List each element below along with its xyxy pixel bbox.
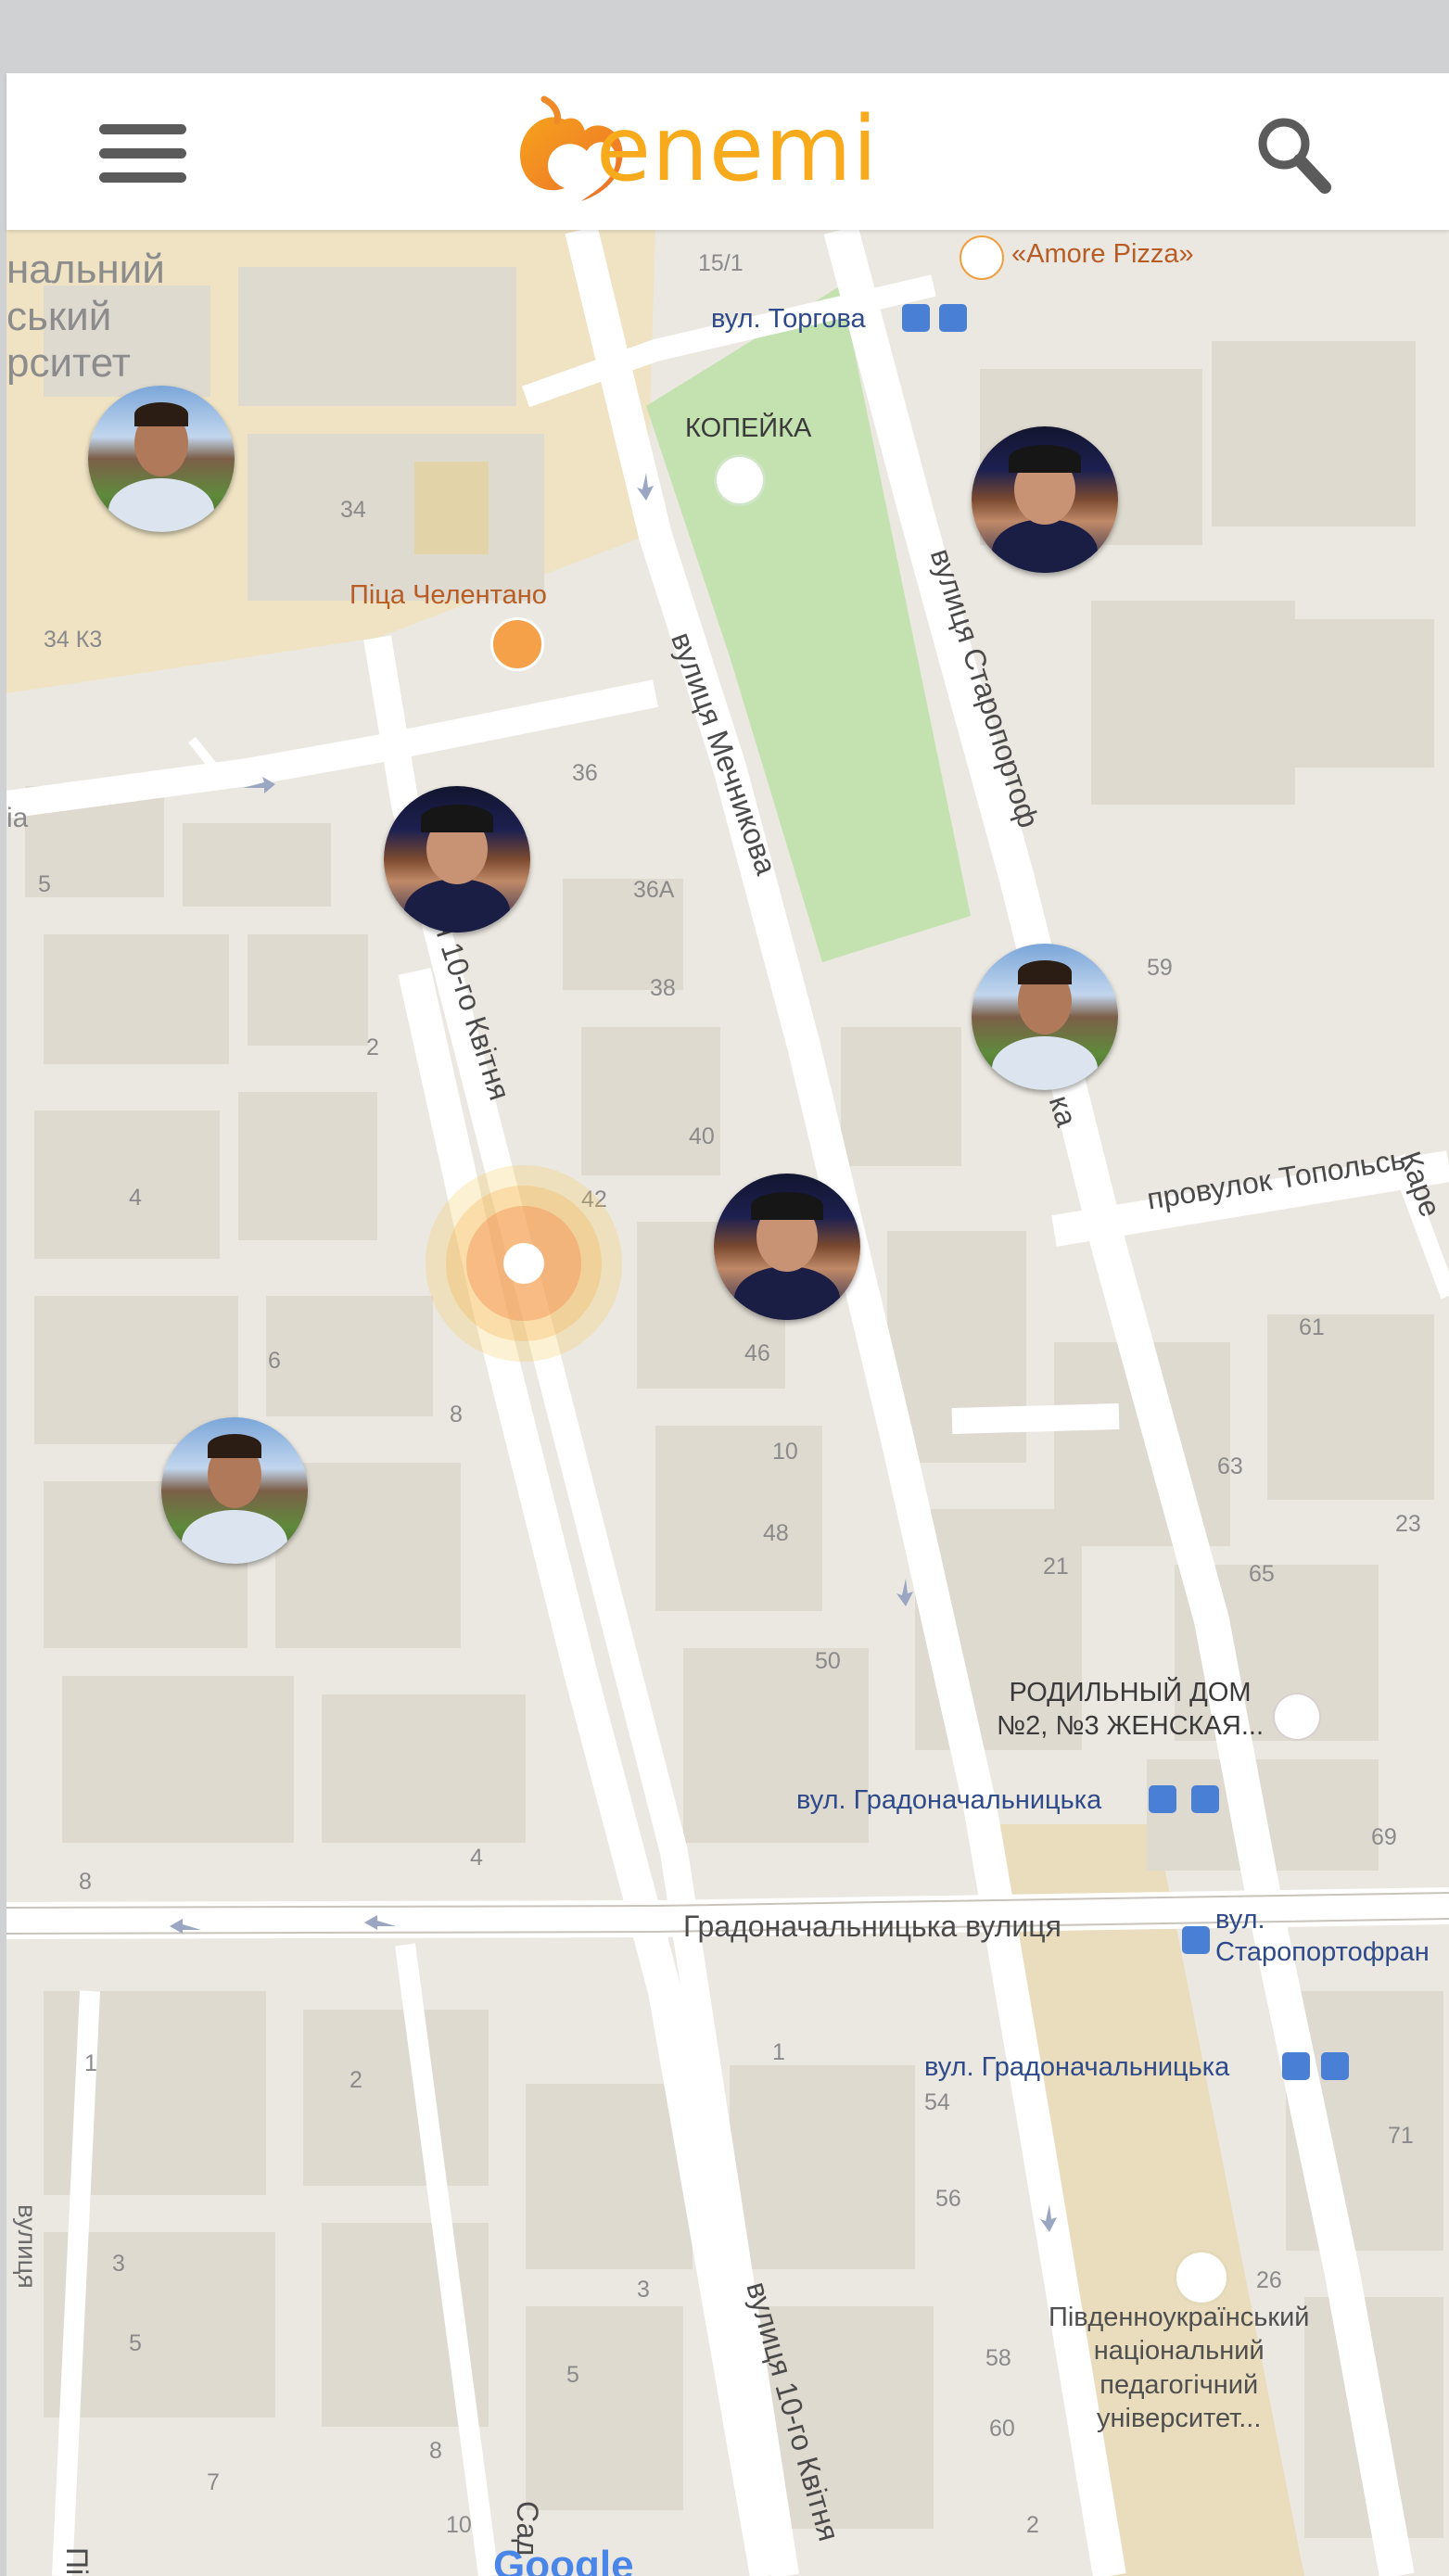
school-icon <box>1176 2252 1227 2303</box>
tram-stop-icon <box>902 304 930 332</box>
map-label-36: 36 <box>572 760 598 786</box>
map-label-21: 21 <box>1043 1554 1069 1580</box>
map-label-48: 48 <box>763 1520 789 1546</box>
map-label-69: 69 <box>1371 1824 1397 1850</box>
map-label-15-1: 15/1 <box>698 250 744 276</box>
map-label-1: 1 <box>84 2050 97 2076</box>
map-label-7: 7 <box>207 2469 220 2495</box>
tram-stop-icon <box>1182 1926 1210 1954</box>
app-logo: enemi <box>513 92 948 212</box>
map-label-ia: іа <box>6 803 29 833</box>
map-label-staroport-stop: вул. Старопортофран <box>1215 1905 1430 1967</box>
map-label-65: 65 <box>1249 1561 1275 1587</box>
map-label-58: 58 <box>985 2345 1011 2371</box>
map-label-59: 59 <box>1147 955 1173 981</box>
map-label-8b: 8 <box>79 1869 92 1895</box>
tram-stop-icon <box>1282 2052 1310 2080</box>
status-bar <box>0 0 1449 73</box>
map-label-10b: 10 <box>446 2512 472 2538</box>
hospital-icon <box>1275 1694 1319 1739</box>
map-label-gradon-stop-2: вул. Градоначальницька <box>924 2052 1230 2082</box>
map-label-university-bottom: Південноукраїнський національний педагог… <box>1049 2303 1310 2433</box>
map-label-2c: 2 <box>1026 2512 1039 2538</box>
tram-stop-icon <box>1149 1785 1176 1813</box>
restaurant-icon <box>490 617 544 671</box>
search-icon <box>1258 118 1331 194</box>
map-label-8c: 8 <box>429 2438 442 2464</box>
map-view[interactable]: нальний ський рситет 15/1 «Amore Pizza» … <box>6 230 1449 2576</box>
map-label-5: 5 <box>38 871 51 897</box>
my-location-marker[interactable] <box>422 1161 626 1365</box>
map-label-vulytsia-left: вулиця <box>13 2204 42 2289</box>
location-pulse-icon <box>426 1165 622 1362</box>
map-label-4: 4 <box>129 1185 142 1211</box>
map-label-2b: 2 <box>350 2067 362 2093</box>
map-label-63: 63 <box>1217 1453 1243 1479</box>
map-label-3: 3 <box>112 2251 125 2277</box>
map-label-torgova-stop: вул. Торгова <box>711 304 866 334</box>
map-label-40: 40 <box>689 1123 715 1149</box>
bus-stop-icon <box>1321 2052 1349 2080</box>
map-label-26: 26 <box>1256 2267 1282 2293</box>
hamburger-icon <box>99 124 186 134</box>
user-pin-avatar[interactable] <box>972 426 1118 573</box>
user-pin-avatar[interactable] <box>714 1174 860 1320</box>
map-label-gradon-stop-1: вул. Градоначальницька <box>796 1785 1102 1815</box>
map-label-5b: 5 <box>129 2330 142 2356</box>
app-header: enemi <box>6 73 1449 230</box>
map-base <box>6 230 1449 2576</box>
map-label-34: 34 <box>340 497 366 523</box>
map-label-56: 56 <box>935 2186 961 2212</box>
map-label-pitsa: Піца Челентано <box>350 580 547 610</box>
user-pin-avatar[interactable] <box>161 1417 308 1564</box>
map-label-46: 46 <box>744 1340 770 1366</box>
map-label-36a: 36А <box>633 877 675 903</box>
shopping-cart-icon <box>717 457 763 503</box>
logo-text: enemi <box>596 97 879 201</box>
map-label-rodylnyi-dom: РОДИЛЬНЫЙ ДОМ №2, №3 ЖЕНСКАЯ... <box>997 1678 1265 1742</box>
map-label-pi: Пі <box>60 2547 94 2576</box>
map-label-38: 38 <box>650 975 676 1001</box>
user-pin-avatar[interactable] <box>384 786 530 933</box>
user-pin-avatar[interactable] <box>88 386 235 532</box>
map-label-23: 23 <box>1395 1511 1421 1537</box>
user-pin-avatar[interactable] <box>972 944 1118 1090</box>
menu-button[interactable] <box>92 120 194 189</box>
map-label-50: 50 <box>815 1648 841 1674</box>
bus-stop-icon <box>939 304 967 332</box>
map-label-5c: 5 <box>566 2362 579 2388</box>
map-label-gradon-street: Градоначальницька вулиця <box>683 1910 1061 1943</box>
map-label-university-top: нальний ський рситет <box>6 247 165 387</box>
restaurant-icon <box>960 235 1004 280</box>
google-attribution: Google <box>493 2543 634 2576</box>
map-label-3b: 3 <box>637 2277 650 2303</box>
map-label-1b: 1 <box>772 2039 785 2065</box>
map-label-4b: 4 <box>470 1845 483 1871</box>
map-label-amore-pizza: «Amore Pizza» <box>1011 239 1194 269</box>
search-button[interactable] <box>1249 108 1341 201</box>
map-label-2: 2 <box>366 1034 379 1060</box>
map-label-34k3: 34 К3 <box>44 627 103 653</box>
map-label-54: 54 <box>924 2089 950 2115</box>
map-label-8: 8 <box>450 1402 463 1428</box>
map-label-6: 6 <box>268 1348 281 1374</box>
map-label-71: 71 <box>1388 2123 1414 2149</box>
map-label-kopeika: КОПЕЙКА <box>685 413 812 443</box>
map-label-10: 10 <box>772 1439 798 1465</box>
map-label-61: 61 <box>1299 1314 1325 1340</box>
map-label-60: 60 <box>989 2416 1015 2442</box>
bus-stop-icon <box>1191 1785 1219 1813</box>
